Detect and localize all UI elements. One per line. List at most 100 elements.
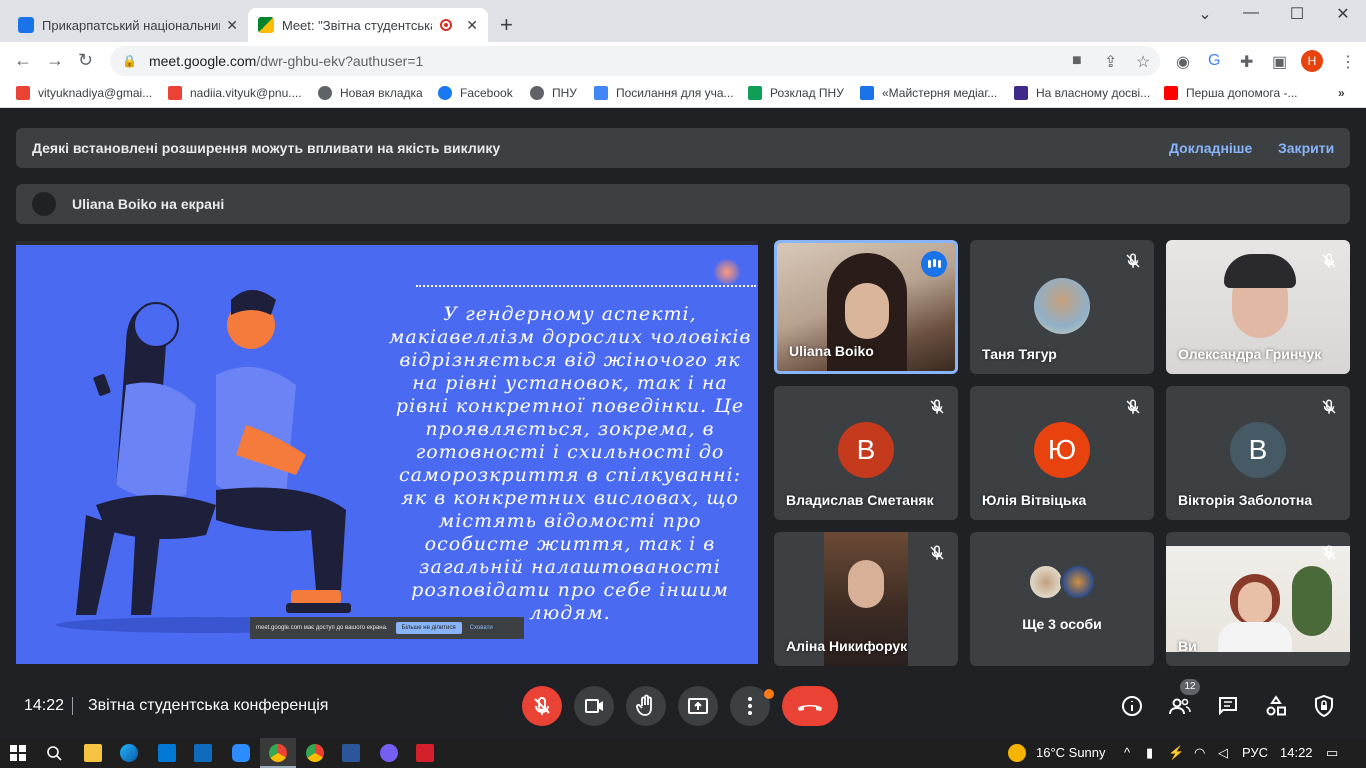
present-icon	[688, 698, 708, 714]
participant-initial: Ю	[1034, 422, 1090, 478]
search-icon[interactable]	[46, 745, 62, 761]
share-icon[interactable]: ⇪	[1104, 52, 1117, 72]
banner-text: Деякі встановлені розширення можуть впли…	[32, 140, 501, 156]
close-window-button[interactable]: ✕	[1328, 4, 1358, 24]
address-bar[interactable]: 🔒 meet.google.com/dwr-ghbu-ekv?authuser=…	[110, 46, 1160, 76]
activities-icon[interactable]	[1264, 694, 1288, 718]
muted-mic-icon	[1126, 253, 1140, 268]
bookmark-first-aid[interactable]: Перша допомога -...	[1164, 86, 1298, 100]
hand-icon	[636, 694, 652, 716]
volume-icon[interactable]: ◁	[1218, 745, 1228, 761]
participant-tile-yuliia[interactable]: Ю Юлія Вітвіцька	[970, 386, 1154, 520]
stop-sharing-button[interactable]: Більше не ділитися	[395, 622, 462, 634]
bookmark-new-tab[interactable]: Новая вкладка	[318, 86, 423, 100]
system-clock[interactable]: 14:22	[1280, 745, 1313, 760]
url-host: meet.google.com	[148, 53, 257, 69]
bookmark-links[interactable]: Посилання для уча...	[594, 86, 734, 100]
bookmark-media-workshop[interactable]: «Майстерня медіаг...	[860, 86, 997, 100]
extension-owl-icon[interactable]: ◉	[1176, 52, 1190, 72]
hide-notice-button[interactable]: Сховати	[470, 625, 493, 631]
bookmark-experience[interactable]: На власному досві...	[1014, 86, 1150, 100]
raise-hand-button[interactable]	[626, 686, 666, 726]
minimize-button[interactable]: —	[1236, 4, 1266, 22]
participant-tile-oleksandra[interactable]: Олександра Гринчук	[1166, 240, 1350, 374]
leave-call-button[interactable]	[782, 686, 838, 726]
profile-avatar[interactable]: H	[1301, 50, 1323, 72]
participant-name: Вікторія Заболотна	[1178, 492, 1313, 508]
tab-meet[interactable]: Meet: "Звітна студентська к ✕	[248, 8, 488, 42]
bookmark-star-icon[interactable]: ☆	[1136, 52, 1150, 72]
book-icon	[1014, 86, 1028, 100]
back-icon[interactable]: ←	[14, 50, 32, 71]
new-tab-button[interactable]: +	[500, 12, 513, 38]
zoom-icon[interactable]	[232, 744, 250, 762]
muted-mic-icon	[930, 399, 944, 414]
word-icon[interactable]	[342, 744, 360, 762]
windows-taskbar: 16°C Sunny ^ ▮ ⚡ ◠ ◁ РУС 14:22 ▭	[0, 738, 1366, 768]
meeting-info-icon[interactable]	[1120, 694, 1144, 718]
tray-chevron-icon[interactable]: ^	[1124, 745, 1130, 760]
mic-toggle-button[interactable]	[522, 686, 562, 726]
microphone-icon[interactable]: ▮	[1146, 745, 1153, 761]
windows-start-icon[interactable]	[10, 745, 26, 761]
translate-icon[interactable]: G	[1208, 52, 1220, 70]
bookmark-facebook[interactable]: Facebook	[438, 86, 513, 100]
menu-dots-icon[interactable]: ⋮	[1340, 52, 1356, 72]
participant-name: Олександра Гринчук	[1178, 346, 1322, 362]
mail-icon[interactable]	[194, 744, 212, 762]
bookmark-schedule[interactable]: Розклад ПНУ	[748, 86, 844, 100]
browser-toolbar: ← → ↻ 🔒 meet.google.com/dwr-ghbu-ekv?aut…	[0, 42, 1366, 80]
bookmarks-more-button[interactable]: »	[1338, 86, 1345, 100]
camera-toggle-button[interactable]	[574, 686, 614, 726]
store-icon[interactable]	[158, 744, 176, 762]
chat-icon[interactable]	[1216, 694, 1240, 718]
participant-name: Таня Тягур	[982, 346, 1057, 362]
people-icon[interactable]	[1168, 694, 1192, 718]
close-tab-icon[interactable]: ✕	[466, 17, 478, 34]
tab-university[interactable]: Прикарпатський національний ✕	[8, 8, 248, 42]
maximize-button[interactable]: ☐	[1282, 4, 1312, 24]
couple-illustration	[56, 290, 356, 633]
close-banner-button[interactable]: Закрити	[1278, 140, 1334, 156]
camera-icon[interactable]: ■	[1072, 52, 1082, 70]
side-panel-icon[interactable]: ▣	[1272, 52, 1287, 72]
chrome-icon[interactable]	[306, 744, 324, 762]
meeting-time: 14:22	[24, 697, 65, 714]
input-language[interactable]: РУС	[1242, 745, 1268, 760]
edge-icon[interactable]	[120, 744, 138, 762]
participant-tile-viktoriia[interactable]: В Вікторія Заболотна	[1166, 386, 1350, 520]
viber-icon[interactable]	[380, 744, 398, 762]
media-icon	[860, 86, 874, 100]
presenting-text: Uliana Boiko на екрані	[72, 196, 225, 212]
learn-more-link[interactable]: Докладніше	[1169, 140, 1252, 156]
participant-tile-uliana[interactable]: Uliana Boiko	[774, 240, 958, 374]
participant-tile-alina[interactable]: Аліна Никифорук	[774, 532, 958, 666]
speaking-indicator-icon	[921, 251, 947, 277]
notifications-icon[interactable]: ▭	[1326, 745, 1338, 761]
forward-icon[interactable]: →	[46, 50, 64, 71]
bookmark-gmail-2[interactable]: nadiia.vityuk@pnu....	[168, 86, 302, 100]
file-explorer-icon[interactable]	[84, 744, 102, 762]
tab-search-icon[interactable]: ⌄	[1190, 4, 1220, 24]
participant-tile-others[interactable]: Ще 3 особи	[970, 532, 1154, 666]
present-screen-button[interactable]	[678, 686, 718, 726]
bookmark-pnu[interactable]: ПНУ	[530, 86, 577, 100]
schedule-icon	[748, 86, 762, 100]
extensions-puzzle-icon[interactable]: ✚	[1240, 52, 1253, 72]
participant-tile-self[interactable]: Ви	[1166, 532, 1350, 666]
acrobat-icon[interactable]	[416, 744, 434, 762]
reload-icon[interactable]: ↻	[78, 50, 93, 71]
muted-mic-icon	[930, 545, 944, 560]
participant-name: Юлія Вітвіцька	[982, 492, 1087, 508]
wifi-icon[interactable]: ◠	[1194, 745, 1205, 761]
power-icon[interactable]: ⚡	[1168, 745, 1184, 761]
bookmark-gmail-1[interactable]: vityuknadiya@gmai...	[16, 86, 152, 100]
close-tab-icon[interactable]: ✕	[226, 17, 238, 34]
chrome-icon[interactable]	[269, 744, 287, 762]
host-controls-icon[interactable]	[1312, 694, 1336, 718]
participant-initial: В	[838, 422, 894, 478]
participant-tile-tanya[interactable]: Таня Тягур	[970, 240, 1154, 374]
participant-tile-vladyslav[interactable]: В Владислав Сметаняк	[774, 386, 958, 520]
weather-text[interactable]: 16°C Sunny	[1036, 745, 1106, 760]
participant-name: Ви	[1178, 638, 1197, 654]
